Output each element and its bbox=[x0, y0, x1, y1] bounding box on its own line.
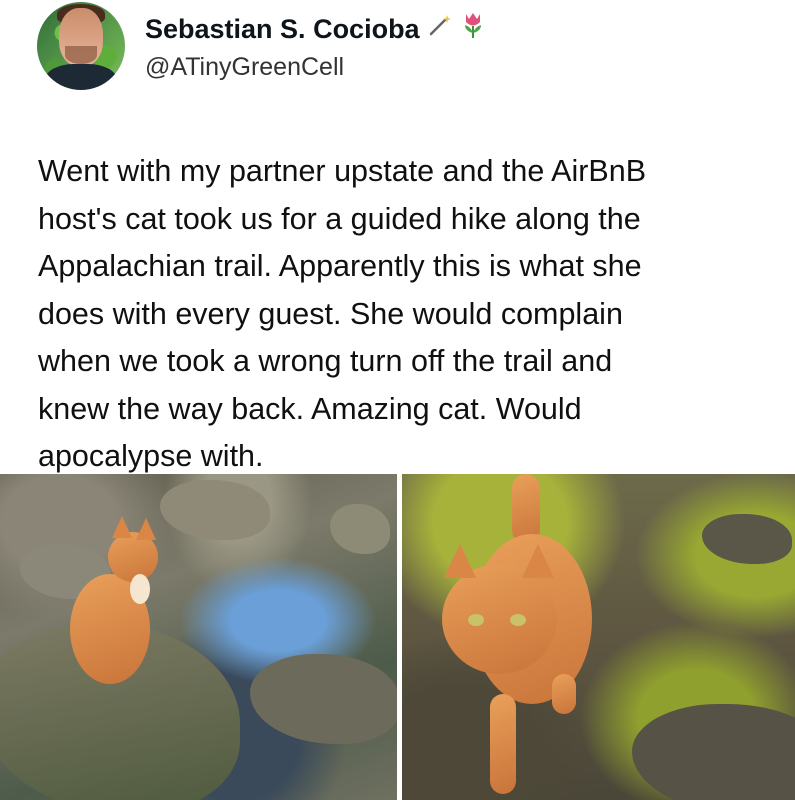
tulip-icon bbox=[460, 11, 486, 47]
tweet-line: Went with my partner upstate and the Air… bbox=[38, 154, 647, 188]
tweet-text: Went with my partner upstate and the Air… bbox=[38, 148, 778, 481]
avatar[interactable] bbox=[37, 2, 125, 90]
cat-ear bbox=[136, 518, 156, 540]
magic-wand-icon bbox=[428, 13, 452, 45]
photo-cat-on-rock[interactable] bbox=[0, 474, 397, 800]
tweet-line: Appalachian trail. Apparently this is wh… bbox=[38, 249, 642, 283]
cat-leg bbox=[552, 674, 576, 714]
display-name-row[interactable]: Sebastian S. Cocioba bbox=[145, 11, 486, 47]
cat bbox=[60, 514, 170, 684]
cat-eye bbox=[468, 614, 484, 626]
tweet-header: Sebastian S. Cocioba @ATinyGreenCell bbox=[37, 2, 486, 90]
display-name[interactable]: Sebastian S. Cocioba bbox=[145, 13, 420, 45]
rock bbox=[250, 654, 397, 744]
cat-leg bbox=[490, 694, 516, 794]
photo-cat-walking[interactable] bbox=[402, 474, 795, 800]
tweet-line: knew the way back. Amazing cat. Would bbox=[38, 391, 582, 426]
cat-chest bbox=[130, 574, 150, 604]
cat-ear bbox=[444, 544, 476, 578]
user-handle[interactable]: @ATinyGreenCell bbox=[145, 53, 486, 82]
cat-head bbox=[442, 564, 557, 674]
cat-ear bbox=[522, 544, 554, 578]
magic-wand-icon-svg bbox=[429, 14, 451, 35]
author-info: Sebastian S. Cocioba @ATinyGreenCell bbox=[145, 11, 486, 82]
tweet-line: when we took a wrong turn off the trail … bbox=[38, 344, 613, 378]
avatar-shirt bbox=[45, 64, 117, 90]
avatar-beard bbox=[65, 46, 97, 64]
cat-eye bbox=[510, 614, 526, 626]
rock bbox=[632, 704, 795, 800]
tweet-line: does with every guest. She would complai… bbox=[38, 296, 623, 331]
cat bbox=[422, 474, 602, 800]
tulip-icon-svg bbox=[464, 12, 481, 38]
rock bbox=[702, 514, 792, 564]
rock bbox=[330, 504, 390, 554]
rock bbox=[160, 480, 270, 540]
tweet-line: host's cat took us for a guided hike alo… bbox=[38, 201, 641, 236]
cat-ear bbox=[112, 516, 132, 538]
